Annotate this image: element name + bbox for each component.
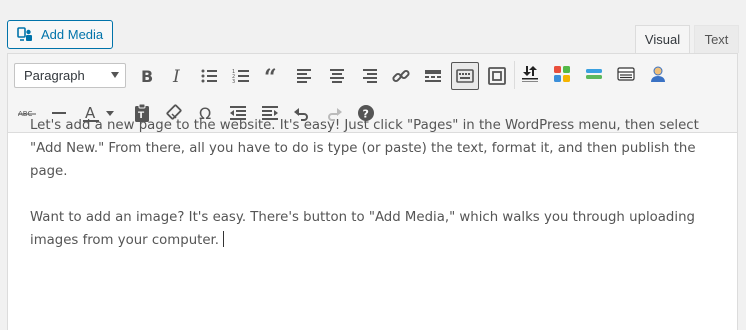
content-paragraph: Let's add a new page to the website. It'… [30, 118, 699, 179]
grid-blocks-icon[interactable] [549, 61, 575, 87]
blockquote-icon[interactable]: “ [260, 63, 286, 89]
bold-icon[interactable]: B [133, 63, 159, 89]
format-select[interactable]: Paragraph [14, 63, 126, 88]
insert-table-icon[interactable] [613, 61, 639, 87]
format-select-value: Paragraph [24, 68, 85, 83]
bullet-list-icon[interactable] [196, 63, 222, 89]
insert-user-icon[interactable] [645, 61, 671, 87]
content-paragraph-text: Want to add an image? It's easy. There's… [30, 210, 695, 248]
text-cursor [223, 231, 224, 247]
editor-content[interactable]: Let's add a new page to the website. It'… [30, 114, 700, 275]
link-icon[interactable] [388, 63, 414, 89]
italic-icon[interactable]: I [164, 63, 190, 89]
read-more-icon[interactable] [420, 63, 446, 89]
align-right-icon[interactable] [356, 63, 382, 89]
align-center-icon[interactable] [324, 63, 350, 89]
svg-text:I: I [172, 67, 180, 86]
svg-text:“: “ [264, 66, 277, 86]
insert-page-break-icon[interactable] [517, 61, 543, 87]
fullscreen-icon[interactable] [484, 63, 510, 89]
toolbar-toggle-icon[interactable] [451, 62, 479, 90]
content-paragraph: Want to add an image? It's easy. There's… [30, 206, 700, 252]
add-media-button[interactable]: Add Media [7, 20, 113, 49]
numbered-list-icon[interactable]: 123 [228, 63, 254, 89]
tab-visual[interactable]: Visual [635, 25, 690, 53]
svg-text:B: B [141, 67, 153, 86]
add-media-icon [17, 26, 33, 43]
insert-shortcode-icon[interactable] [581, 61, 607, 87]
add-media-label: Add Media [41, 27, 104, 42]
toolbar-row-1: Paragraph B I 123 “ [8, 55, 737, 95]
align-left-icon[interactable] [292, 63, 318, 89]
tab-text[interactable]: Text [694, 25, 739, 53]
svg-text:3: 3 [232, 79, 235, 85]
chevron-down-icon [111, 72, 119, 78]
